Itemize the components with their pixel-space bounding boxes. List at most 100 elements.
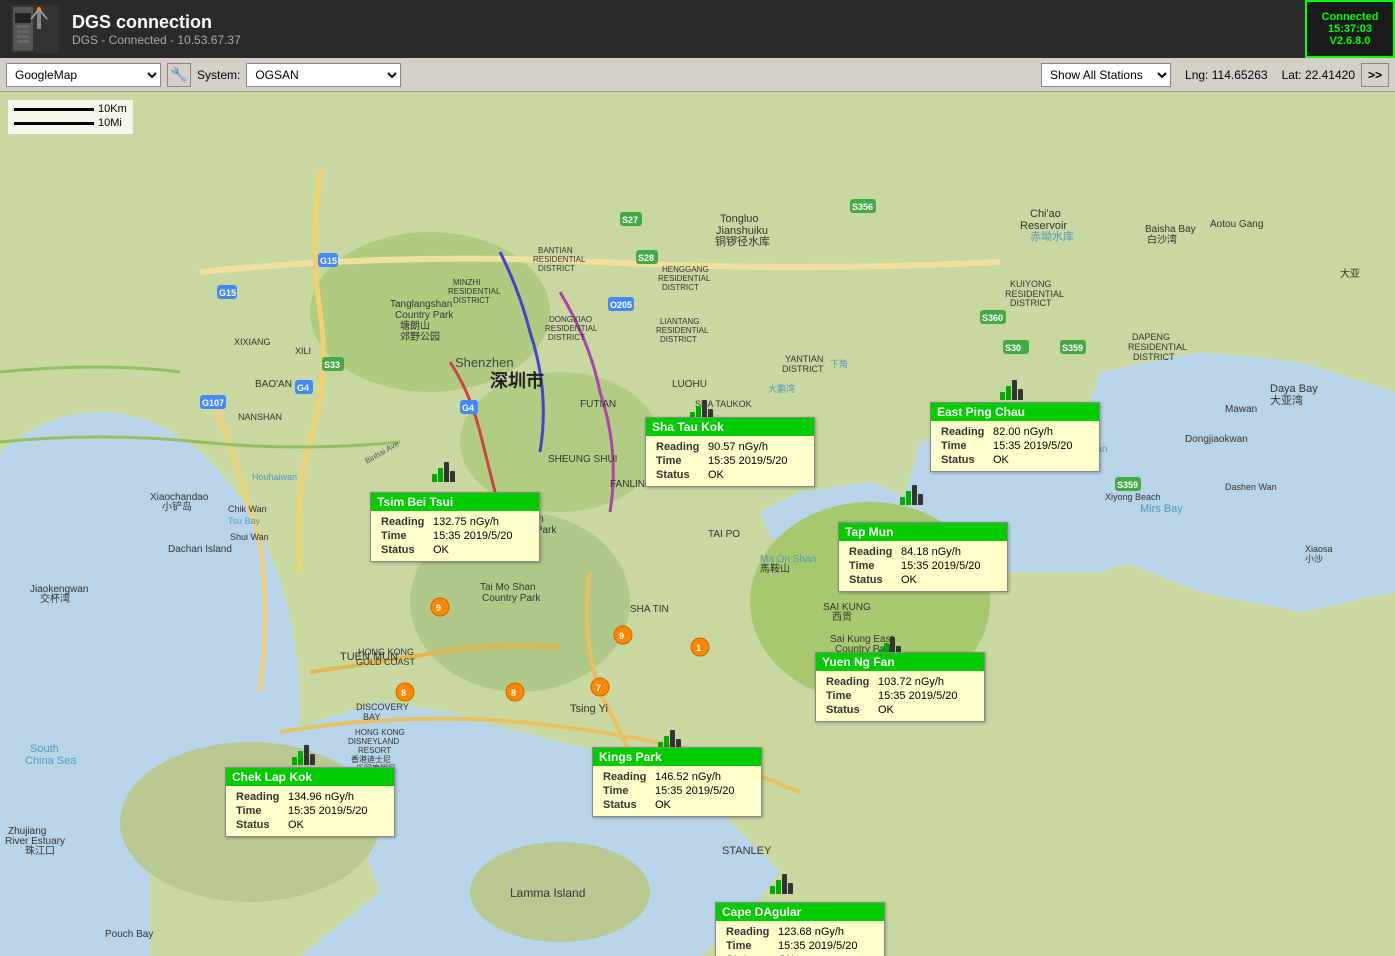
system-label: System: <box>197 68 240 82</box>
title-info: DGS connection DGS - Connected - 10.53.6… <box>72 12 241 47</box>
scale-bar: 10Km 10Mi <box>8 100 133 134</box>
svg-text:Chik Wan: Chik Wan <box>228 504 267 514</box>
svg-text:Tongluo: Tongluo <box>720 213 759 225</box>
station-name-tap-mun: Tap Mun <box>839 523 1007 541</box>
svg-text:DISTRICT: DISTRICT <box>660 335 697 344</box>
svg-text:S359: S359 <box>1117 480 1138 490</box>
svg-text:Baisha Bay: Baisha Bay <box>1145 224 1196 235</box>
bar-chart-icon <box>1000 380 1023 400</box>
bar-chart-icon <box>432 462 455 482</box>
svg-text:S356: S356 <box>852 202 873 212</box>
svg-text:NANSHAN: NANSHAN <box>238 412 282 422</box>
svg-text:9: 9 <box>436 603 441 613</box>
svg-text:China Sea: China Sea <box>25 755 77 767</box>
svg-text:香港迪士尼: 香港迪士尼 <box>351 754 391 764</box>
svg-text:S27: S27 <box>622 215 638 225</box>
svg-text:交杯湾: 交杯湾 <box>40 592 70 605</box>
svg-text:深圳市: 深圳市 <box>490 370 544 391</box>
svg-text:Dongjiaokwan: Dongjiaokwan <box>1185 434 1248 445</box>
nav-forward-button[interactable]: >> <box>1361 63 1389 87</box>
svg-text:DISCOVERY: DISCOVERY <box>356 702 409 712</box>
titlebar: DGS connection DGS - Connected - 10.53.6… <box>0 0 1395 58</box>
svg-text:DISTRICT: DISTRICT <box>538 264 575 273</box>
svg-text:大亚: 大亚 <box>1340 267 1360 280</box>
svg-text:Tai Mo Shan: Tai Mo Shan <box>480 582 536 593</box>
station-popup-tsim-bei-tsui[interactable]: Tsim Bei Tsui Reading 132.75 nGy/h Time … <box>370 492 540 562</box>
svg-text:铜锣径水库: 铜锣径水库 <box>715 234 770 248</box>
svg-text:Tsing Yi: Tsing Yi <box>570 703 608 715</box>
station-popup-chek-lap-kok[interactable]: Chek Lap Kok Reading 134.96 nGy/h Time 1… <box>225 767 395 837</box>
svg-text:S28: S28 <box>638 253 654 263</box>
km-scale-bar <box>14 108 94 111</box>
svg-text:SHEUNG SHUI: SHEUNG SHUI <box>548 454 617 465</box>
svg-text:大鹏湾: 大鹏湾 <box>768 383 795 394</box>
station-marker-chek-lap-kok[interactable] <box>292 745 315 766</box>
svg-text:HENGGANG: HENGGANG <box>662 265 709 274</box>
station-popup-east-ping-chau[interactable]: East Ping Chau Reading 82.00 nGy/h Time … <box>930 402 1100 472</box>
mi-scale-bar <box>14 122 94 125</box>
svg-text:1: 1 <box>696 643 701 653</box>
toolbar: GoogleMap OpenStreetMap 🔧 System: OGSAN … <box>0 58 1395 92</box>
svg-text:TAI PO: TAI PO <box>708 529 740 540</box>
station-popup-cape-daguiar[interactable]: Cape DAgular Reading 123.68 nGy/h Time 1… <box>715 902 885 956</box>
svg-text:Aotou Gang: Aotou Gang <box>1210 219 1263 230</box>
svg-text:塘朗山: 塘朗山 <box>400 319 430 332</box>
svg-text:XIXIANG: XIXIANG <box>234 337 271 347</box>
svg-text:西贡: 西贡 <box>832 611 852 623</box>
km-label: 10Km <box>98 103 127 115</box>
station-name-cape-daguiar: Cape DAgular <box>716 903 884 921</box>
station-popup-kings-park[interactable]: Kings Park Reading 146.52 nGy/h Time 15:… <box>592 747 762 817</box>
svg-text:DISNEYLAND: DISNEYLAND <box>348 737 399 746</box>
svg-text:G15: G15 <box>320 256 337 266</box>
station-popup-tap-mun[interactable]: Tap Mun Reading 84.18 nGy/h Time 15:35 2… <box>838 522 1008 592</box>
svg-text:O205: O205 <box>610 300 632 310</box>
station-marker-tap-mun[interactable] <box>900 485 923 506</box>
svg-text:S33: S33 <box>324 360 340 370</box>
station-popup-yuen-ng-fan[interactable]: Yuen Ng Fan Reading 103.72 nGy/h Time 15… <box>815 652 985 722</box>
svg-text:SAI KUNG: SAI KUNG <box>823 602 871 613</box>
map-container[interactable]: 深圳市 Shenzhen Tanglangshan Country Park 塘… <box>0 92 1395 956</box>
connection-status: DGS - Connected - 10.53.67.37 <box>72 33 241 47</box>
stations-filter-select[interactable]: Show All Stations Show Active Stations <box>1041 63 1171 87</box>
station-marker-cape-daguiar[interactable] <box>770 874 793 895</box>
svg-text:下角: 下角 <box>830 358 848 369</box>
svg-text:Shui Wan: Shui Wan <box>230 532 269 542</box>
svg-text:7: 7 <box>596 683 601 693</box>
svg-text:BANTIAN: BANTIAN <box>538 246 573 255</box>
station-marker-tsim-bei-tsui[interactable] <box>432 462 455 483</box>
server-time: 15:37:03 <box>1315 23 1385 35</box>
svg-text:Xiyong Beach: Xiyong Beach <box>1105 492 1161 502</box>
map-type-select[interactable]: GoogleMap OpenStreetMap <box>6 63 161 87</box>
svg-text:BAY: BAY <box>363 712 380 722</box>
svg-text:RESIDENTIAL: RESIDENTIAL <box>658 274 711 283</box>
svg-text:Lamma Island: Lamma Island <box>510 886 585 900</box>
svg-text:Pouch Bay: Pouch Bay <box>105 929 153 940</box>
station-popup-sha-tau-kok[interactable]: Sha Tau Kok Reading 90.57 nGy/h Time 15:… <box>645 417 815 487</box>
svg-text:TUEN MUN: TUEN MUN <box>340 651 398 663</box>
svg-text:8: 8 <box>401 688 406 698</box>
svg-text:Country Park: Country Park <box>482 593 541 604</box>
lat-label: Lat: 22.41420 <box>1282 68 1355 82</box>
svg-text:RESIDENTIAL: RESIDENTIAL <box>533 255 586 264</box>
station-marker-east-ping-chau[interactable] <box>1000 380 1023 401</box>
svg-text:Binhai Ave: Binhai Ave <box>364 439 402 466</box>
svg-text:G107: G107 <box>202 398 224 408</box>
svg-text:DISTRICT: DISTRICT <box>1133 352 1175 362</box>
svg-text:G4: G4 <box>462 403 474 413</box>
svg-text:大亚湾: 大亚湾 <box>1270 393 1303 407</box>
svg-text:Mawan: Mawan <box>1225 404 1257 415</box>
station-name-sha-tau-kok: Sha Tau Kok <box>646 418 814 436</box>
svg-text:KUIYONG: KUIYONG <box>1010 279 1052 289</box>
connected-label: Connected <box>1315 11 1385 23</box>
svg-text:Xiaochandao: Xiaochandao <box>150 492 209 503</box>
svg-text:RESIDENTIAL: RESIDENTIAL <box>656 326 709 335</box>
svg-text:DISTRICT: DISTRICT <box>453 296 490 305</box>
station-name-yuen-ng-fan: Yuen Ng Fan <box>816 653 984 671</box>
settings-button[interactable]: 🔧 <box>167 63 191 87</box>
svg-text:RESIDENTIAL: RESIDENTIAL <box>545 324 598 333</box>
svg-text:Shenzhen: Shenzhen <box>455 355 514 370</box>
system-select[interactable]: OGSAN <box>246 63 401 87</box>
svg-text:Ma On Shan: Ma On Shan <box>760 554 816 565</box>
svg-text:LUOHU: LUOHU <box>672 379 707 390</box>
svg-text:DISTRICT: DISTRICT <box>548 333 585 342</box>
